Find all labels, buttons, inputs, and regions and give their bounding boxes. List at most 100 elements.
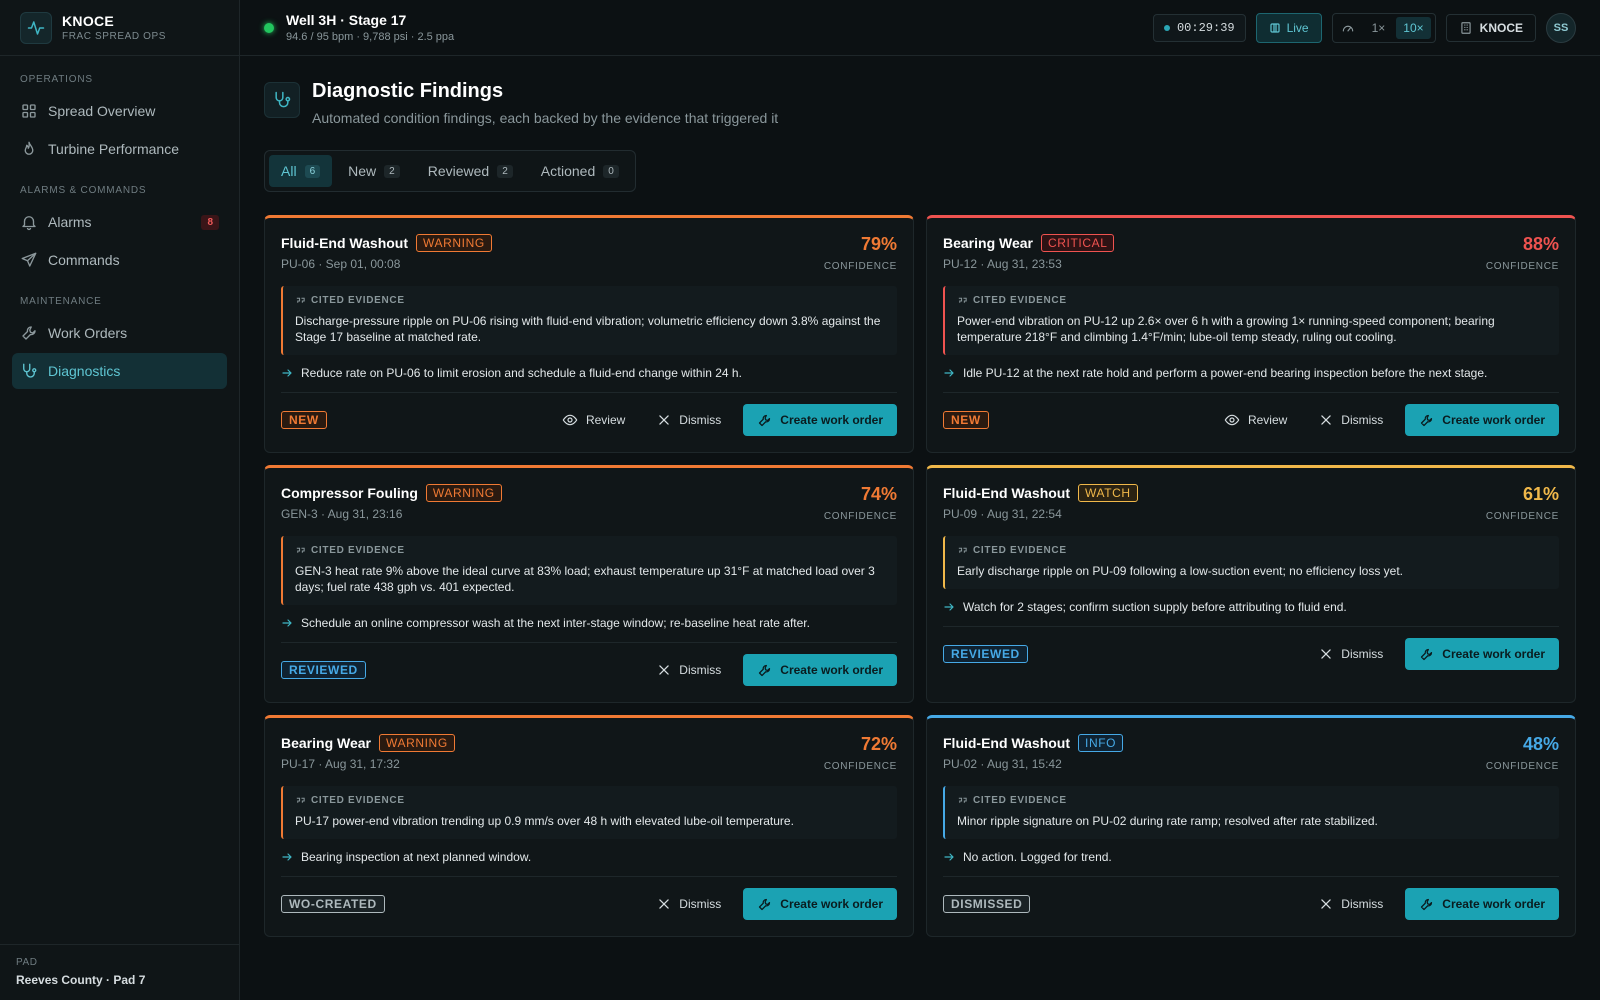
dismiss-button[interactable]: Dismiss (643, 404, 735, 436)
create-work-order-button[interactable]: Create work order (1405, 638, 1559, 670)
user-avatar[interactable]: SS (1546, 12, 1576, 43)
live-button[interactable]: Live (1255, 12, 1322, 43)
confidence: 74% CONFIDENCE (824, 484, 897, 522)
dismiss-label: Dismiss (679, 897, 722, 911)
finding-card: Bearing Wear CRITICAL PU-12 · Aug 31, 23… (926, 215, 1576, 453)
quote-icon (957, 545, 968, 556)
timer-dot-icon (1163, 24, 1170, 31)
finding-meta: PU-09 · Aug 31, 22:54 (943, 507, 1062, 521)
arrow-right-icon (281, 617, 293, 629)
evidence-label: CITED EVIDENCE (973, 795, 1067, 806)
wrench-icon (757, 897, 772, 912)
timer-value: 00:29:39 (1176, 20, 1235, 35)
evidence-text: Early discharge ripple on PU-09 followin… (957, 564, 1404, 578)
wrench-icon (1419, 647, 1434, 662)
close-icon (657, 413, 671, 427)
dismiss-label: Dismiss (1341, 897, 1384, 911)
finding-card: Fluid-End Washout WATCH PU-09 · Aug 31, … (926, 465, 1576, 703)
status-badge: DISMISSED (943, 895, 1031, 913)
close-icon (1319, 647, 1333, 661)
sidebar-item-label: Work Orders (48, 325, 128, 341)
findings-grid: Fluid-End Washout WARNING PU-06 · Sep 01… (264, 215, 1576, 937)
finding-title: Fluid-End Washout (281, 235, 409, 251)
org-switcher[interactable]: KNOCE (1445, 13, 1536, 42)
flame-icon (20, 140, 38, 158)
confidence-label: CONFIDENCE (823, 511, 897, 522)
wrench-icon (20, 324, 38, 342)
tab-new[interactable]: New 2 (336, 155, 412, 187)
quote-icon (295, 295, 306, 306)
finding-title: Bearing Wear (281, 735, 371, 751)
brand[interactable]: KNOCE FRAC SPREAD OPS (0, 0, 239, 56)
recommendation-text: Bearing inspection at next planned windo… (301, 850, 532, 864)
tab-actioned[interactable]: Actioned 0 (529, 155, 631, 187)
tab-all[interactable]: All 6 (269, 155, 333, 187)
tab-label: All (281, 163, 297, 179)
arrow-right-icon (281, 367, 293, 379)
sidebar-item-spread-overview[interactable]: Spread Overview (12, 93, 227, 129)
create-work-order-button[interactable]: Create work order (743, 888, 897, 920)
recommendation-text: No action. Logged for trend. (963, 850, 1112, 864)
dismiss-label: Dismiss (679, 413, 722, 427)
finding-meta: GEN-3 · Aug 31, 23:16 (281, 507, 403, 521)
severity-badge: WARNING (379, 734, 455, 752)
page-header: Diagnostic Findings Automated condition … (264, 80, 1576, 126)
dismiss-button[interactable]: Dismiss (1305, 888, 1397, 920)
evidence-text: Discharge-pressure ripple on PU-06 risin… (295, 314, 881, 344)
wrench-icon (1419, 897, 1434, 912)
divider (943, 876, 1559, 877)
sidebar-item-alarms[interactable]: Alarms 8 (12, 204, 227, 240)
divider (943, 392, 1559, 393)
dismiss-button[interactable]: Dismiss (643, 888, 735, 920)
speed-10x-button[interactable]: 10× (1396, 16, 1431, 39)
main-content: Diagnostic Findings Automated condition … (240, 56, 1600, 1000)
create-work-order-label: Create work order (1442, 413, 1545, 427)
create-work-order-button[interactable]: Create work order (743, 654, 897, 686)
playback-speed: 1× 10× (1331, 12, 1436, 43)
review-button[interactable]: Review (548, 404, 639, 436)
sidebar-item-label: Diagnostics (48, 363, 121, 379)
well-metrics: 94.6 / 95 bpm · 9,788 psi · 2.5 ppa (286, 31, 455, 43)
review-button[interactable]: Review (1210, 404, 1301, 436)
finding-card: Compressor Fouling WARNING GEN-3 · Aug 3… (264, 465, 914, 703)
recommendation: Bearing inspection at next planned windo… (281, 850, 897, 864)
stethoscope-icon (20, 362, 38, 380)
confidence: 61% CONFIDENCE (1486, 484, 1559, 522)
divider (943, 626, 1559, 627)
send-icon (20, 251, 38, 269)
quote-icon (295, 795, 306, 806)
sidebar-item-turbine-performance[interactable]: Turbine Performance (12, 131, 227, 167)
arrow-right-icon (943, 367, 955, 379)
create-work-order-button[interactable]: Create work order (1405, 404, 1559, 436)
evidence-label: CITED EVIDENCE (973, 545, 1067, 556)
evidence-label: CITED EVIDENCE (311, 795, 405, 806)
sidebar-item-label: Alarms (48, 214, 92, 230)
create-work-order-button[interactable]: Create work order (1405, 888, 1559, 920)
recommendation-text: Idle PU-12 at the next rate hold and per… (963, 366, 1488, 380)
sidebar-item-label: Commands (48, 252, 120, 268)
finding-title: Bearing Wear (943, 235, 1033, 251)
severity-badge: WATCH (1078, 484, 1138, 502)
dismiss-button[interactable]: Dismiss (1305, 638, 1397, 670)
severity-badge: INFO (1078, 734, 1124, 752)
sidebar-item-commands[interactable]: Commands (12, 242, 227, 278)
finding-meta: PU-12 · Aug 31, 23:53 (943, 257, 1062, 271)
columns-icon (1269, 22, 1281, 34)
brand-subtitle: FRAC SPREAD OPS (62, 31, 167, 42)
tab-reviewed[interactable]: Reviewed 2 (416, 155, 525, 187)
nav-section-title: OPERATIONS (20, 74, 93, 85)
sidebar-item-label: Spread Overview (48, 103, 156, 119)
speed-1x-button[interactable]: 1× (1365, 17, 1393, 39)
dismiss-button[interactable]: Dismiss (1305, 404, 1397, 436)
create-work-order-label: Create work order (780, 897, 883, 911)
create-work-order-button[interactable]: Create work order (743, 404, 897, 436)
sidebar-item-diagnostics[interactable]: Diagnostics (12, 353, 227, 389)
sidebar-item-work-orders[interactable]: Work Orders (12, 315, 227, 351)
tab-label: Actioned (540, 163, 596, 179)
filter-tabs: All 6 New 2 Reviewed 2 Actioned 0 (264, 150, 636, 192)
evidence-text: Power-end vibration on PU-12 up 2.6× ove… (957, 314, 1495, 344)
tab-label: Reviewed (427, 163, 490, 179)
dismiss-button[interactable]: Dismiss (643, 654, 735, 686)
evidence-text: PU-17 power-end vibration trending up 0.… (295, 814, 794, 828)
dismiss-label: Dismiss (1341, 413, 1384, 427)
